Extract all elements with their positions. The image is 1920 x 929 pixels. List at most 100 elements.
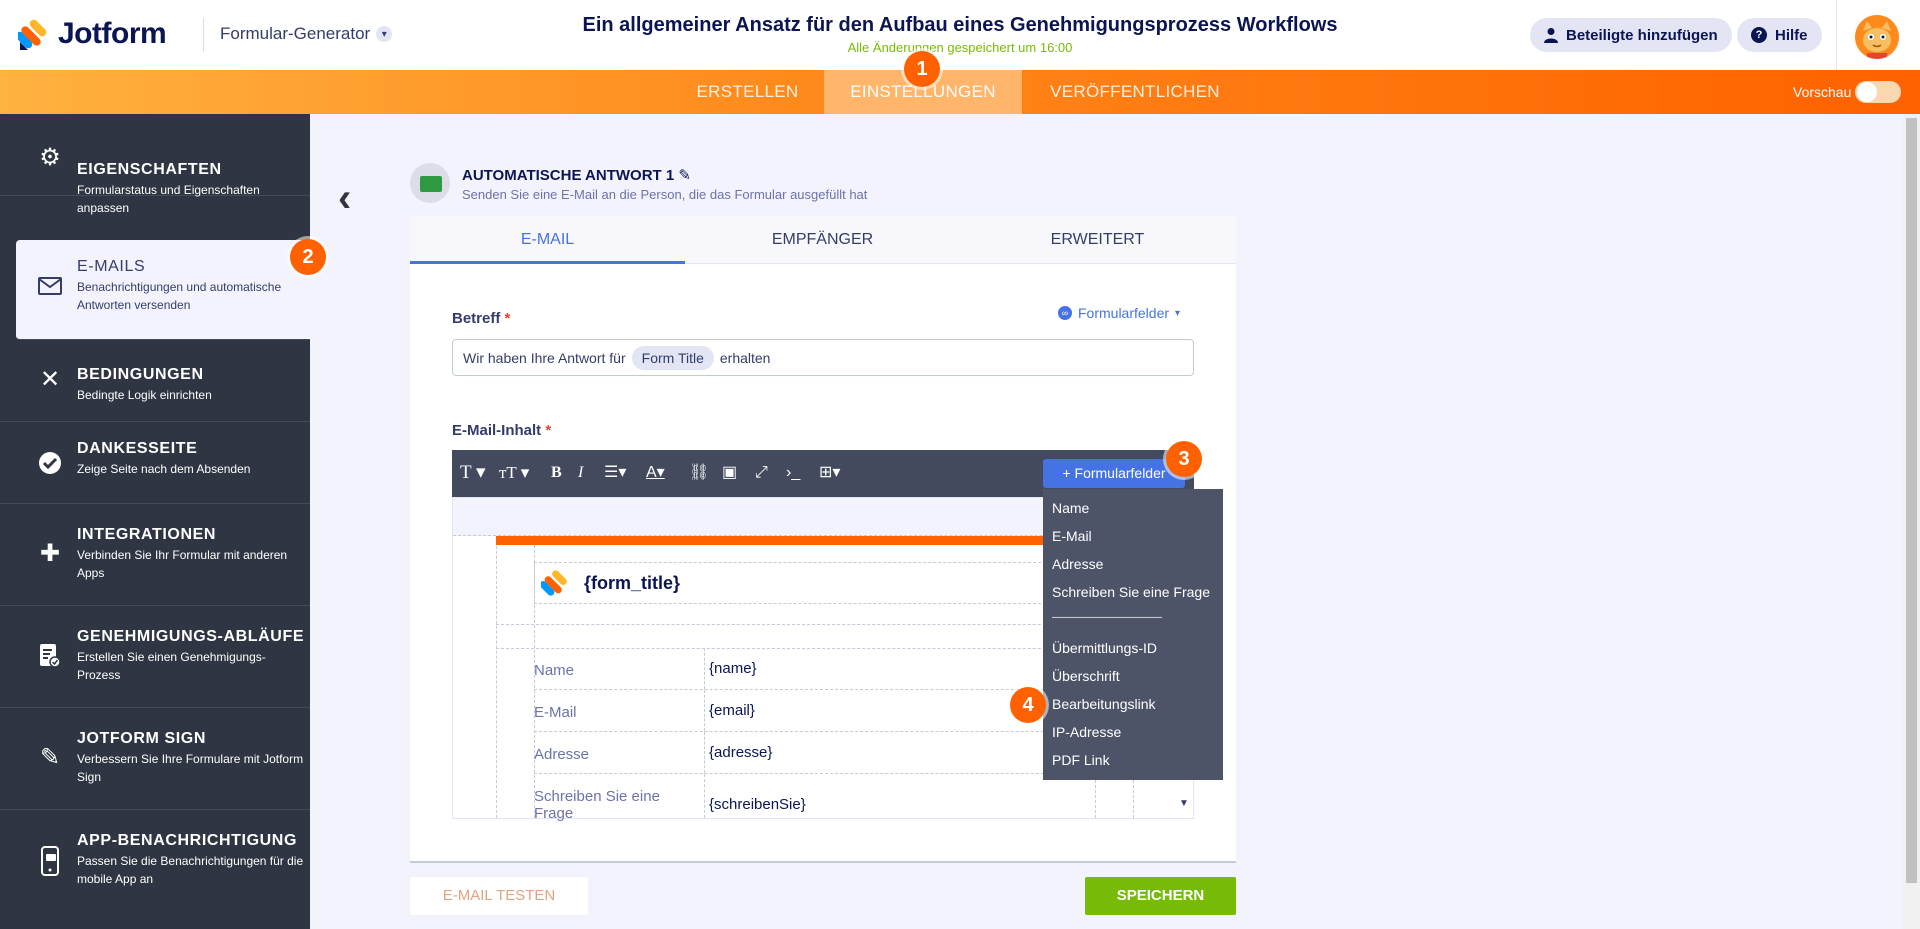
- shuffle-icon: ✕: [39, 366, 61, 393]
- font-size-icon[interactable]: ᴛT ▾: [499, 462, 529, 484]
- link-icon: ∞: [1058, 306, 1072, 320]
- row-key: Name: [534, 662, 575, 679]
- align-icon[interactable]: ☰▾: [604, 462, 626, 484]
- font-family-icon[interactable]: T ▾: [460, 462, 486, 484]
- sidebar-item-desc: Verbinden Sie Ihr Formular mit anderen A…: [77, 548, 288, 580]
- menu-item-email[interactable]: E-Mail: [1052, 528, 1092, 544]
- help-label: Hilfe: [1775, 26, 1808, 44]
- row-value: {name}: [704, 648, 757, 689]
- scrollbar-thumb[interactable]: [1906, 118, 1917, 883]
- required-mark: *: [545, 422, 552, 439]
- sidebar-item-title: INTEGRATIONEN: [77, 526, 217, 543]
- email-body-label: E-Mail-Inhalt *: [452, 422, 551, 439]
- menu-item-pdf-link[interactable]: PDF Link: [1052, 752, 1110, 768]
- sidebar-item-properties[interactable]: ⚙ EIGENSCHAFTEN Formularstatus und Eigen…: [0, 114, 310, 215]
- step-marker-2: 2: [290, 239, 326, 275]
- menu-item-address[interactable]: Adresse: [1052, 556, 1103, 572]
- formfields-dropdown-menu: Name E-Mail Adresse Schreiben Sie eine F…: [1043, 489, 1223, 780]
- subject-formfields-dropdown[interactable]: ∞ Formularfelder ▾: [1058, 305, 1180, 321]
- step-marker-3: 3: [1166, 441, 1202, 477]
- sidebar-item-jotform-sign[interactable]: ✎ JOTFORM SIGN Verbessern Sie Ihre Formu…: [0, 708, 310, 810]
- sidebar-item-title: DANKESSEITE: [77, 440, 198, 457]
- autoresponse-title-text: AUTOMATISCHE ANTWORT 1: [462, 167, 675, 184]
- menu-item-submission-id[interactable]: Übermittlungs-ID: [1052, 640, 1157, 656]
- chevron-down-icon: ▾: [1175, 307, 1181, 319]
- sidebar-item-title: BEDINGUNGEN: [77, 366, 204, 383]
- text-color-icon[interactable]: A▾: [646, 462, 665, 484]
- table-row: Adresse {adresse}: [534, 732, 1094, 774]
- orange-header-bar: [496, 536, 1046, 545]
- italic-icon[interactable]: I: [578, 462, 583, 484]
- menu-item-name[interactable]: Name: [1052, 500, 1089, 516]
- sidebar-item-desc: Benachrichtigungen und automatische Antw…: [77, 280, 282, 312]
- avatar[interactable]: [1855, 15, 1899, 59]
- table-border: [496, 536, 497, 818]
- menu-separator: ———————————: [1052, 612, 1162, 623]
- save-button[interactable]: SPEICHERN: [1085, 877, 1236, 915]
- row-key: Schreiben Sie eine Frage: [534, 788, 660, 822]
- pen-icon: ✎: [39, 744, 61, 771]
- sidebar-item-desc: Verbessern Sie Ihre Formulare mit Jotfor…: [77, 752, 304, 784]
- autoresponse-subtitle: Senden Sie eine E-Mail an die Person, di…: [462, 187, 868, 202]
- sidebar-item-desc: Passen Sie die Benachrichtigungen für di…: [77, 854, 304, 886]
- envelope-icon: [36, 272, 64, 300]
- add-participants-button[interactable]: Beteiligte hinzufügen: [1530, 18, 1732, 52]
- help-button[interactable]: ? Hilfe: [1737, 18, 1822, 52]
- sidebar-item-approval-flows[interactable]: GENEHMIGUNGS-ABLÄUFE Erstellen Sie einen…: [0, 606, 310, 708]
- tab-create[interactable]: ERSTELLEN: [680, 70, 815, 114]
- subject-input[interactable]: Wir haben Ihre Antwort für Form Title er…: [452, 339, 1194, 376]
- sidebar-item-desc: Erstellen Sie einen Genehmigungs-Prozess: [77, 650, 266, 682]
- add-participants-label: Beteiligte hinzufügen: [1566, 26, 1718, 44]
- menu-item-edit-link[interactable]: Bearbeitungslink: [1052, 696, 1156, 712]
- required-mark: *: [504, 310, 511, 327]
- sidebar-item-title: APP-BENACHRICHTIGUNG: [77, 832, 297, 849]
- puzzle-icon: ✚: [39, 540, 61, 567]
- menu-item-question[interactable]: Schreiben Sie eine Frage: [1052, 584, 1210, 600]
- check-circle-icon: [36, 449, 64, 477]
- tab-recipients[interactable]: EMPFÄNGER: [685, 216, 960, 264]
- sidebar-item-emails[interactable]: E-MAILS Benachrichtigungen und automatis…: [16, 240, 310, 340]
- sidebar-item-desc: Zeige Seite nach dem Absenden: [77, 462, 251, 476]
- menu-item-ip-address[interactable]: IP-Adresse: [1052, 724, 1121, 740]
- row-value: {email}: [704, 690, 755, 731]
- scroll-down-icon[interactable]: ▼: [1176, 798, 1192, 816]
- tab-publish[interactable]: VERÖFFENTLICHEN: [1030, 70, 1240, 114]
- autoresponse-title[interactable]: AUTOMATISCHE ANTWORT 1 ✎: [462, 166, 691, 184]
- table-row: E-Mail {email}: [534, 690, 1094, 732]
- tab-email[interactable]: E-MAIL: [410, 216, 685, 264]
- table-icon[interactable]: ⊞▾: [819, 462, 840, 484]
- formfields-link-label: Formularfelder: [1078, 305, 1170, 321]
- image-icon[interactable]: ▣: [722, 462, 737, 484]
- insert-formfields-button[interactable]: + Formularfelder: [1043, 459, 1185, 488]
- subject-label: Betreff *: [452, 310, 510, 327]
- pencil-icon[interactable]: ✎: [678, 167, 691, 184]
- sidebar-item-desc: Bedingte Logik einrichten: [77, 388, 212, 402]
- divider: [410, 861, 1236, 863]
- gear-icon: ⚙: [39, 144, 61, 171]
- sidebar-item-app-notification[interactable]: APP-BENACHRICHTIGUNG Passen Sie die Bena…: [0, 810, 310, 929]
- tab-advanced[interactable]: ERWEITERT: [960, 216, 1235, 264]
- envelope-icon: [410, 163, 450, 203]
- sidebar-item-desc: Formularstatus und Eigenschaften anpasse…: [77, 183, 260, 215]
- step-marker-1: 1: [904, 51, 940, 87]
- link-icon[interactable]: ⛓: [689, 462, 709, 484]
- toggle-knob: [1857, 82, 1877, 102]
- subject-prefix: Wir haben Ihre Antwort für: [463, 349, 626, 366]
- sidebar-item-conditions[interactable]: ✕ BEDINGUNGEN Bedingte Logik einrichten: [0, 340, 310, 422]
- fullscreen-icon[interactable]: ⤢: [755, 462, 768, 484]
- code-view-icon[interactable]: ›_: [786, 462, 800, 484]
- sidebar-item-title: GENEHMIGUNGS-ABLÄUFE: [77, 628, 305, 645]
- email-tabs: E-MAIL EMPFÄNGER ERWEITERT: [410, 216, 1236, 264]
- row-value: {adresse}: [704, 732, 772, 773]
- menu-item-heading[interactable]: Überschrift: [1052, 668, 1120, 684]
- bold-icon[interactable]: B: [551, 462, 562, 484]
- settings-sidebar: ⚙ EIGENSCHAFTEN Formularstatus und Eigen…: [0, 114, 310, 929]
- chevron-left-icon[interactable]: ‹: [338, 176, 351, 221]
- form-title-chip[interactable]: Form Title: [631, 345, 714, 370]
- test-email-button[interactable]: E-MAIL TESTEN: [410, 877, 588, 915]
- sidebar-item-thankyou[interactable]: DANKESSEITE Zeige Seite nach dem Absende…: [0, 422, 310, 504]
- table-row: Name {name}: [534, 648, 1094, 690]
- sidebar-item-integrations[interactable]: ✚ INTEGRATIONEN Verbinden Sie Ihr Formul…: [0, 504, 310, 606]
- main-nav: ERSTELLEN EINSTELLUNGEN VERÖFFENTLICHEN …: [0, 70, 1920, 114]
- preview-toggle[interactable]: [1855, 81, 1901, 103]
